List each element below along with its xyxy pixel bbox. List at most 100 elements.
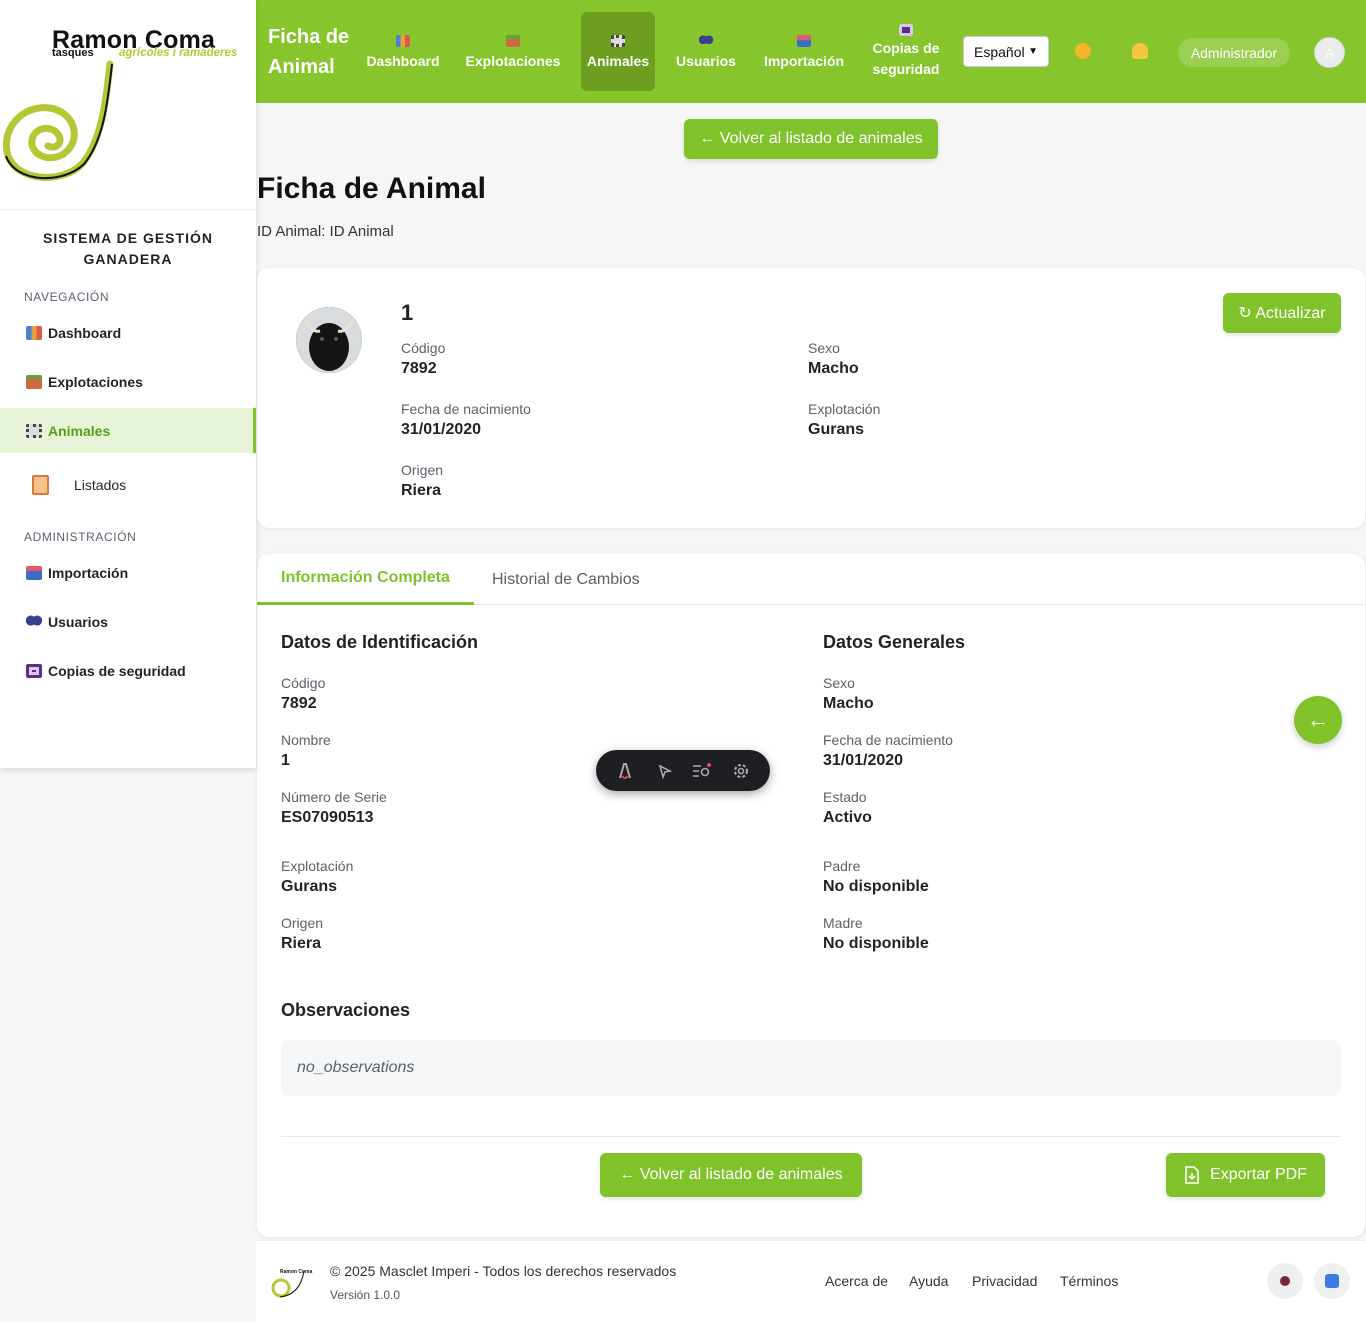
field-value: 7892 xyxy=(401,360,437,377)
field-label: Madre xyxy=(823,915,863,931)
export-pdf-label: Exportar PDF xyxy=(1210,1166,1307,1183)
field-label: Origen xyxy=(401,462,444,478)
logo[interactable]: Ramon Coma tasques agrícoles i ramaderes xyxy=(0,0,256,210)
sidebar-item-animales[interactable]: Animales xyxy=(0,408,256,453)
field-label: Origen xyxy=(281,915,324,931)
field-value: No disponible xyxy=(823,935,929,952)
footer-link-about[interactable]: Acerca de xyxy=(825,1273,888,1289)
field-label: Código xyxy=(401,340,446,356)
gear-icon[interactable] xyxy=(730,760,752,782)
observations-text: no_observations xyxy=(281,1040,1341,1096)
sidebar-item-explotaciones[interactable]: Explotaciones xyxy=(0,359,256,404)
field-value: Riera xyxy=(281,935,322,952)
eye-icon[interactable] xyxy=(1267,1263,1303,1299)
field-label: Estado xyxy=(823,789,867,805)
footer: Ramon Coma © 2025 Masclet Imperi - Todos… xyxy=(256,1240,1366,1322)
animal-name: 1 xyxy=(401,300,414,325)
sidebar-item-label: Listados xyxy=(74,476,127,493)
id-field-origen: Origen Riera xyxy=(281,915,323,953)
field-label: Explotación xyxy=(808,401,881,417)
svg-text:Ramon Coma: Ramon Coma xyxy=(280,1269,312,1275)
top-nav-importacion[interactable]: Importación xyxy=(758,12,850,91)
id-field-codigo: Código 7892 xyxy=(281,675,325,713)
farm-icon xyxy=(506,34,520,47)
sidebar-item-dashboard[interactable]: Dashboard xyxy=(0,310,256,355)
sidebar-item-label: Animales xyxy=(48,422,111,439)
divider xyxy=(281,1136,1341,1137)
refresh-button[interactable]: ↻ Actualizar xyxy=(1223,293,1341,333)
gen-field-fecha: Fecha de nacimiento 31/01/2020 xyxy=(823,732,953,770)
summary-field-explotacion: Explotación Gurans xyxy=(808,401,880,439)
top-header: Ficha de Animal Dashboard Explotaciones … xyxy=(256,0,1366,103)
field-label: Padre xyxy=(823,858,861,874)
id-field-explotacion: Explotación Gurans xyxy=(281,858,353,896)
top-nav-explotaciones[interactable]: Explotaciones xyxy=(462,12,564,91)
field-value: Riera xyxy=(401,482,442,499)
page-subtitle: ID Animal: ID Animal xyxy=(257,223,394,240)
top-nav-label: Animales xyxy=(586,52,650,69)
animal-photo xyxy=(296,307,362,373)
sidebar-item-label: Copias de seguridad xyxy=(48,662,186,679)
field-value: No disponible xyxy=(823,878,929,895)
top-nav-animales[interactable]: Animales xyxy=(581,12,655,91)
avatar[interactable]: A xyxy=(1314,37,1345,68)
sidebar-item-usuarios[interactable]: Usuarios xyxy=(0,599,256,644)
astro-icon[interactable] xyxy=(614,760,636,782)
animal-summary-card: 1 ↻ Actualizar Código 7892 Sexo Macho Fe… xyxy=(257,268,1365,528)
bull-icon xyxy=(296,307,362,373)
back-to-list-button[interactable]: ← Volver al listado de animales xyxy=(684,119,938,159)
top-nav-copias[interactable]: Copias de seguridad xyxy=(868,12,944,91)
chevron-down-icon: ▼ xyxy=(1028,46,1038,57)
inbox-icon xyxy=(797,34,811,47)
sidebar-item-listados[interactable]: Listados xyxy=(0,457,256,512)
sidebar-item-label: Explotaciones xyxy=(48,373,143,390)
user-menu[interactable]: Administrador xyxy=(1178,38,1290,67)
back-to-list-bottom-button[interactable]: ← Volver al listado de animales xyxy=(600,1153,862,1197)
top-nav-dashboard[interactable]: Dashboard xyxy=(360,12,446,91)
tab-informacion-completa[interactable]: Información Completa xyxy=(257,554,474,605)
top-nav-label: Copias de seguridad xyxy=(872,39,940,77)
header-title: Ficha de Animal xyxy=(268,26,350,78)
field-value: ES07090513 xyxy=(281,809,374,826)
gen-field-madre: Madre No disponible xyxy=(823,915,929,953)
export-pdf-button[interactable]: Exportar PDF xyxy=(1166,1153,1325,1197)
top-nav-label: Dashboard xyxy=(366,52,440,69)
footer-link-terms[interactable]: Términos xyxy=(1060,1273,1118,1289)
top-nav-usuarios[interactable]: Usuarios xyxy=(671,12,741,91)
sidebar-item-label: Importación xyxy=(48,564,129,581)
copyright-text: © 2025 Masclet Imperi - Todos los derech… xyxy=(330,1263,677,1279)
cow-icon xyxy=(611,34,625,47)
users-icon xyxy=(699,34,713,47)
sidebar-item-copias[interactable]: Copias de seguridad xyxy=(0,648,256,693)
admin-section-label: ADMINISTRACIÓN xyxy=(24,530,137,544)
gen-field-estado: Estado Activo xyxy=(823,789,872,827)
id-field-serie: Número de Serie ES07090513 xyxy=(281,789,387,827)
brand-sub1: tasques xyxy=(52,47,94,59)
animal-details-card: Información Completa Historial de Cambio… xyxy=(257,554,1365,1237)
general-title: Datos Generales xyxy=(823,632,966,652)
footer-link-privacy[interactable]: Privacidad xyxy=(972,1273,1037,1289)
smiley-icon[interactable] xyxy=(1075,43,1091,59)
footer-link-help[interactable]: Ayuda xyxy=(909,1273,948,1289)
audit-icon[interactable] xyxy=(691,760,713,782)
tab-historial-cambios[interactable]: Historial de Cambios xyxy=(468,554,664,605)
field-label: Explotación xyxy=(281,858,354,874)
sidebar-item-label: Dashboard xyxy=(48,324,122,341)
field-label: Número de Serie xyxy=(281,789,387,805)
floating-back-button[interactable]: ← xyxy=(1294,696,1342,744)
accessibility-icon[interactable] xyxy=(1314,1263,1350,1299)
summary-field-fecha: Fecha de nacimiento 31/01/2020 xyxy=(401,401,531,439)
field-value: Macho xyxy=(808,360,859,377)
top-nav-label: Explotaciones xyxy=(465,52,561,69)
observations-title: Observaciones xyxy=(281,1000,411,1020)
clipboard-icon xyxy=(32,474,49,495)
cow-icon xyxy=(26,423,42,438)
field-value: 31/01/2020 xyxy=(401,421,482,438)
identification-title: Datos de Identificación xyxy=(281,632,479,652)
sidebar-item-importacion[interactable]: Importación xyxy=(0,550,256,595)
language-select[interactable]: Español ▼ xyxy=(963,36,1049,67)
bell-icon[interactable] xyxy=(1132,43,1148,59)
field-label: Sexo xyxy=(823,675,855,691)
cursor-select-icon[interactable] xyxy=(653,760,675,782)
inbox-icon xyxy=(26,565,42,580)
